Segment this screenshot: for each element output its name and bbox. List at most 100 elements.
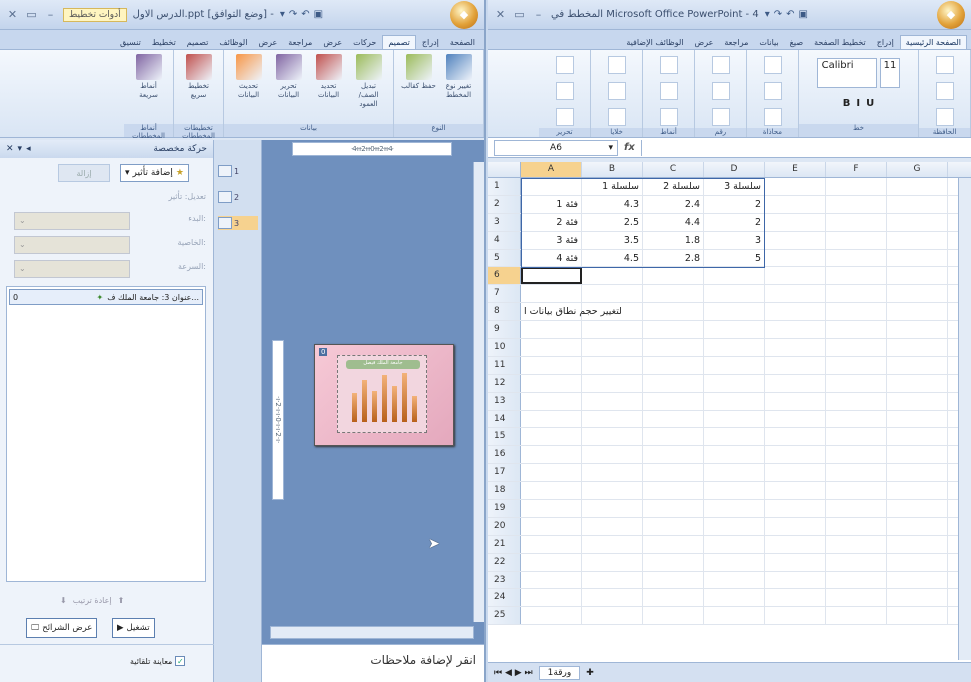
redo-icon[interactable]: ↷ <box>774 9 782 20</box>
cell[interactable] <box>887 285 948 303</box>
save-icon[interactable]: ▣ <box>314 9 323 20</box>
cell[interactable]: 2.5 <box>582 213 643 231</box>
cell[interactable] <box>521 392 582 410</box>
cell[interactable] <box>887 267 948 285</box>
fx-icon[interactable]: fx <box>624 142 635 153</box>
cell[interactable] <box>582 428 643 446</box>
undo-icon[interactable]: ↶ <box>786 9 794 20</box>
cell[interactable] <box>643 356 704 374</box>
cell[interactable] <box>887 178 948 195</box>
add-effect-button[interactable]: ▾ إضافة تأثير ★ <box>120 164 189 182</box>
ribbon-small-icon[interactable] <box>607 82 626 100</box>
cell[interactable] <box>826 267 887 285</box>
ribbon-button[interactable]: تغيير نوع المخطط <box>441 54 477 124</box>
cell[interactable] <box>826 428 887 446</box>
ppt-tab[interactable]: مراجعة <box>283 36 317 49</box>
cell[interactable] <box>765 285 826 303</box>
cell[interactable] <box>582 589 643 607</box>
cell[interactable] <box>826 607 887 625</box>
column-header-f[interactable]: F <box>826 162 887 177</box>
cell[interactable] <box>765 446 826 464</box>
cell[interactable] <box>765 249 826 267</box>
ppt-tab[interactable]: تنسيق <box>115 36 146 49</box>
cell[interactable] <box>765 267 826 285</box>
column-header-e[interactable]: E <box>765 162 826 177</box>
cell[interactable] <box>643 321 704 339</box>
cell[interactable] <box>765 178 826 195</box>
cell[interactable] <box>521 535 582 553</box>
cell[interactable] <box>887 213 948 231</box>
ppt-tab[interactable]: عرض <box>318 36 347 49</box>
cell[interactable] <box>643 500 704 517</box>
cell[interactable] <box>765 321 826 339</box>
ppt-tab[interactable]: حركات <box>348 36 381 49</box>
row-header[interactable]: 16 <box>488 446 521 464</box>
row-header[interactable]: 18 <box>488 482 521 500</box>
cell[interactable] <box>704 392 765 410</box>
cell[interactable] <box>643 482 704 500</box>
cell[interactable]: 3 <box>704 231 765 249</box>
cell[interactable] <box>826 517 887 535</box>
cell[interactable] <box>826 213 887 231</box>
cell[interactable] <box>582 267 643 285</box>
ribbon-button[interactable]: تبديل الصف/العمود <box>351 54 387 124</box>
cell[interactable] <box>887 446 948 464</box>
cell[interactable] <box>887 553 948 571</box>
animation-item[interactable]: 0 ✦ عنوان 3: جامعة الملك ف... <box>9 289 203 305</box>
cell[interactable] <box>765 607 826 625</box>
cell[interactable] <box>826 356 887 374</box>
underline-icon[interactable]: U <box>866 98 874 124</box>
cell[interactable] <box>643 589 704 607</box>
cell[interactable] <box>765 231 826 249</box>
ppt-tab[interactable]: الوظائف <box>214 36 252 49</box>
cell[interactable] <box>765 410 826 428</box>
cell[interactable] <box>643 303 704 321</box>
ribbon-small-icon[interactable] <box>711 56 730 74</box>
cell[interactable] <box>765 571 826 589</box>
row-header[interactable]: 10 <box>488 339 521 356</box>
excel-tab[interactable]: بيانات <box>754 36 783 49</box>
row-header[interactable]: 3 <box>488 213 521 231</box>
row-header[interactable]: 1 <box>488 178 521 195</box>
cell[interactable] <box>826 249 887 267</box>
ribbon-small-icon[interactable] <box>555 82 574 100</box>
row-header[interactable]: 7 <box>488 285 521 303</box>
ribbon-small-icon[interactable] <box>659 108 678 126</box>
column-header-b[interactable]: B <box>582 162 643 177</box>
ribbon-small-icon[interactable] <box>659 82 678 100</box>
autopreview-checkbox[interactable]: معاينة تلقائية ✓ <box>130 656 186 666</box>
excel-tab[interactable]: تخطيط الصفحة <box>809 36 871 49</box>
cell[interactable] <box>887 339 948 356</box>
cell[interactable] <box>887 589 948 607</box>
row-header[interactable]: 14 <box>488 410 521 428</box>
horizontal-scrollbar[interactable] <box>270 626 474 639</box>
cell[interactable] <box>887 517 948 535</box>
cell[interactable] <box>887 482 948 500</box>
cell[interactable] <box>826 589 887 607</box>
ribbon-button[interactable]: تحرير البيانات <box>271 54 307 124</box>
cell[interactable] <box>643 339 704 356</box>
excel-tab[interactable]: مراجعة <box>719 36 753 49</box>
row-header[interactable]: 4 <box>488 231 521 249</box>
cell[interactable] <box>704 482 765 500</box>
ribbon-small-icon[interactable] <box>935 82 954 100</box>
cell[interactable] <box>582 285 643 303</box>
ppt-tab[interactable]: الصفحة <box>445 36 480 49</box>
cell[interactable] <box>765 374 826 392</box>
cell[interactable] <box>521 464 582 482</box>
cell[interactable] <box>826 321 887 339</box>
slideshow-button[interactable]: 🖵 عرض الشرائح <box>26 618 98 638</box>
cell[interactable] <box>582 321 643 339</box>
pane-back-icon[interactable]: ◂ <box>26 144 31 154</box>
cell[interactable] <box>704 446 765 464</box>
cell[interactable] <box>765 517 826 535</box>
name-box[interactable]: A6 ▾ <box>494 139 618 156</box>
cell[interactable] <box>826 374 887 392</box>
excel-tab[interactable]: الوظائف الإضافية <box>621 36 688 49</box>
column-header-g[interactable]: G <box>887 162 948 177</box>
cell[interactable] <box>887 392 948 410</box>
cell[interactable] <box>582 553 643 571</box>
row-header[interactable]: 21 <box>488 535 521 553</box>
cell[interactable] <box>582 356 643 374</box>
cell[interactable] <box>521 517 582 535</box>
